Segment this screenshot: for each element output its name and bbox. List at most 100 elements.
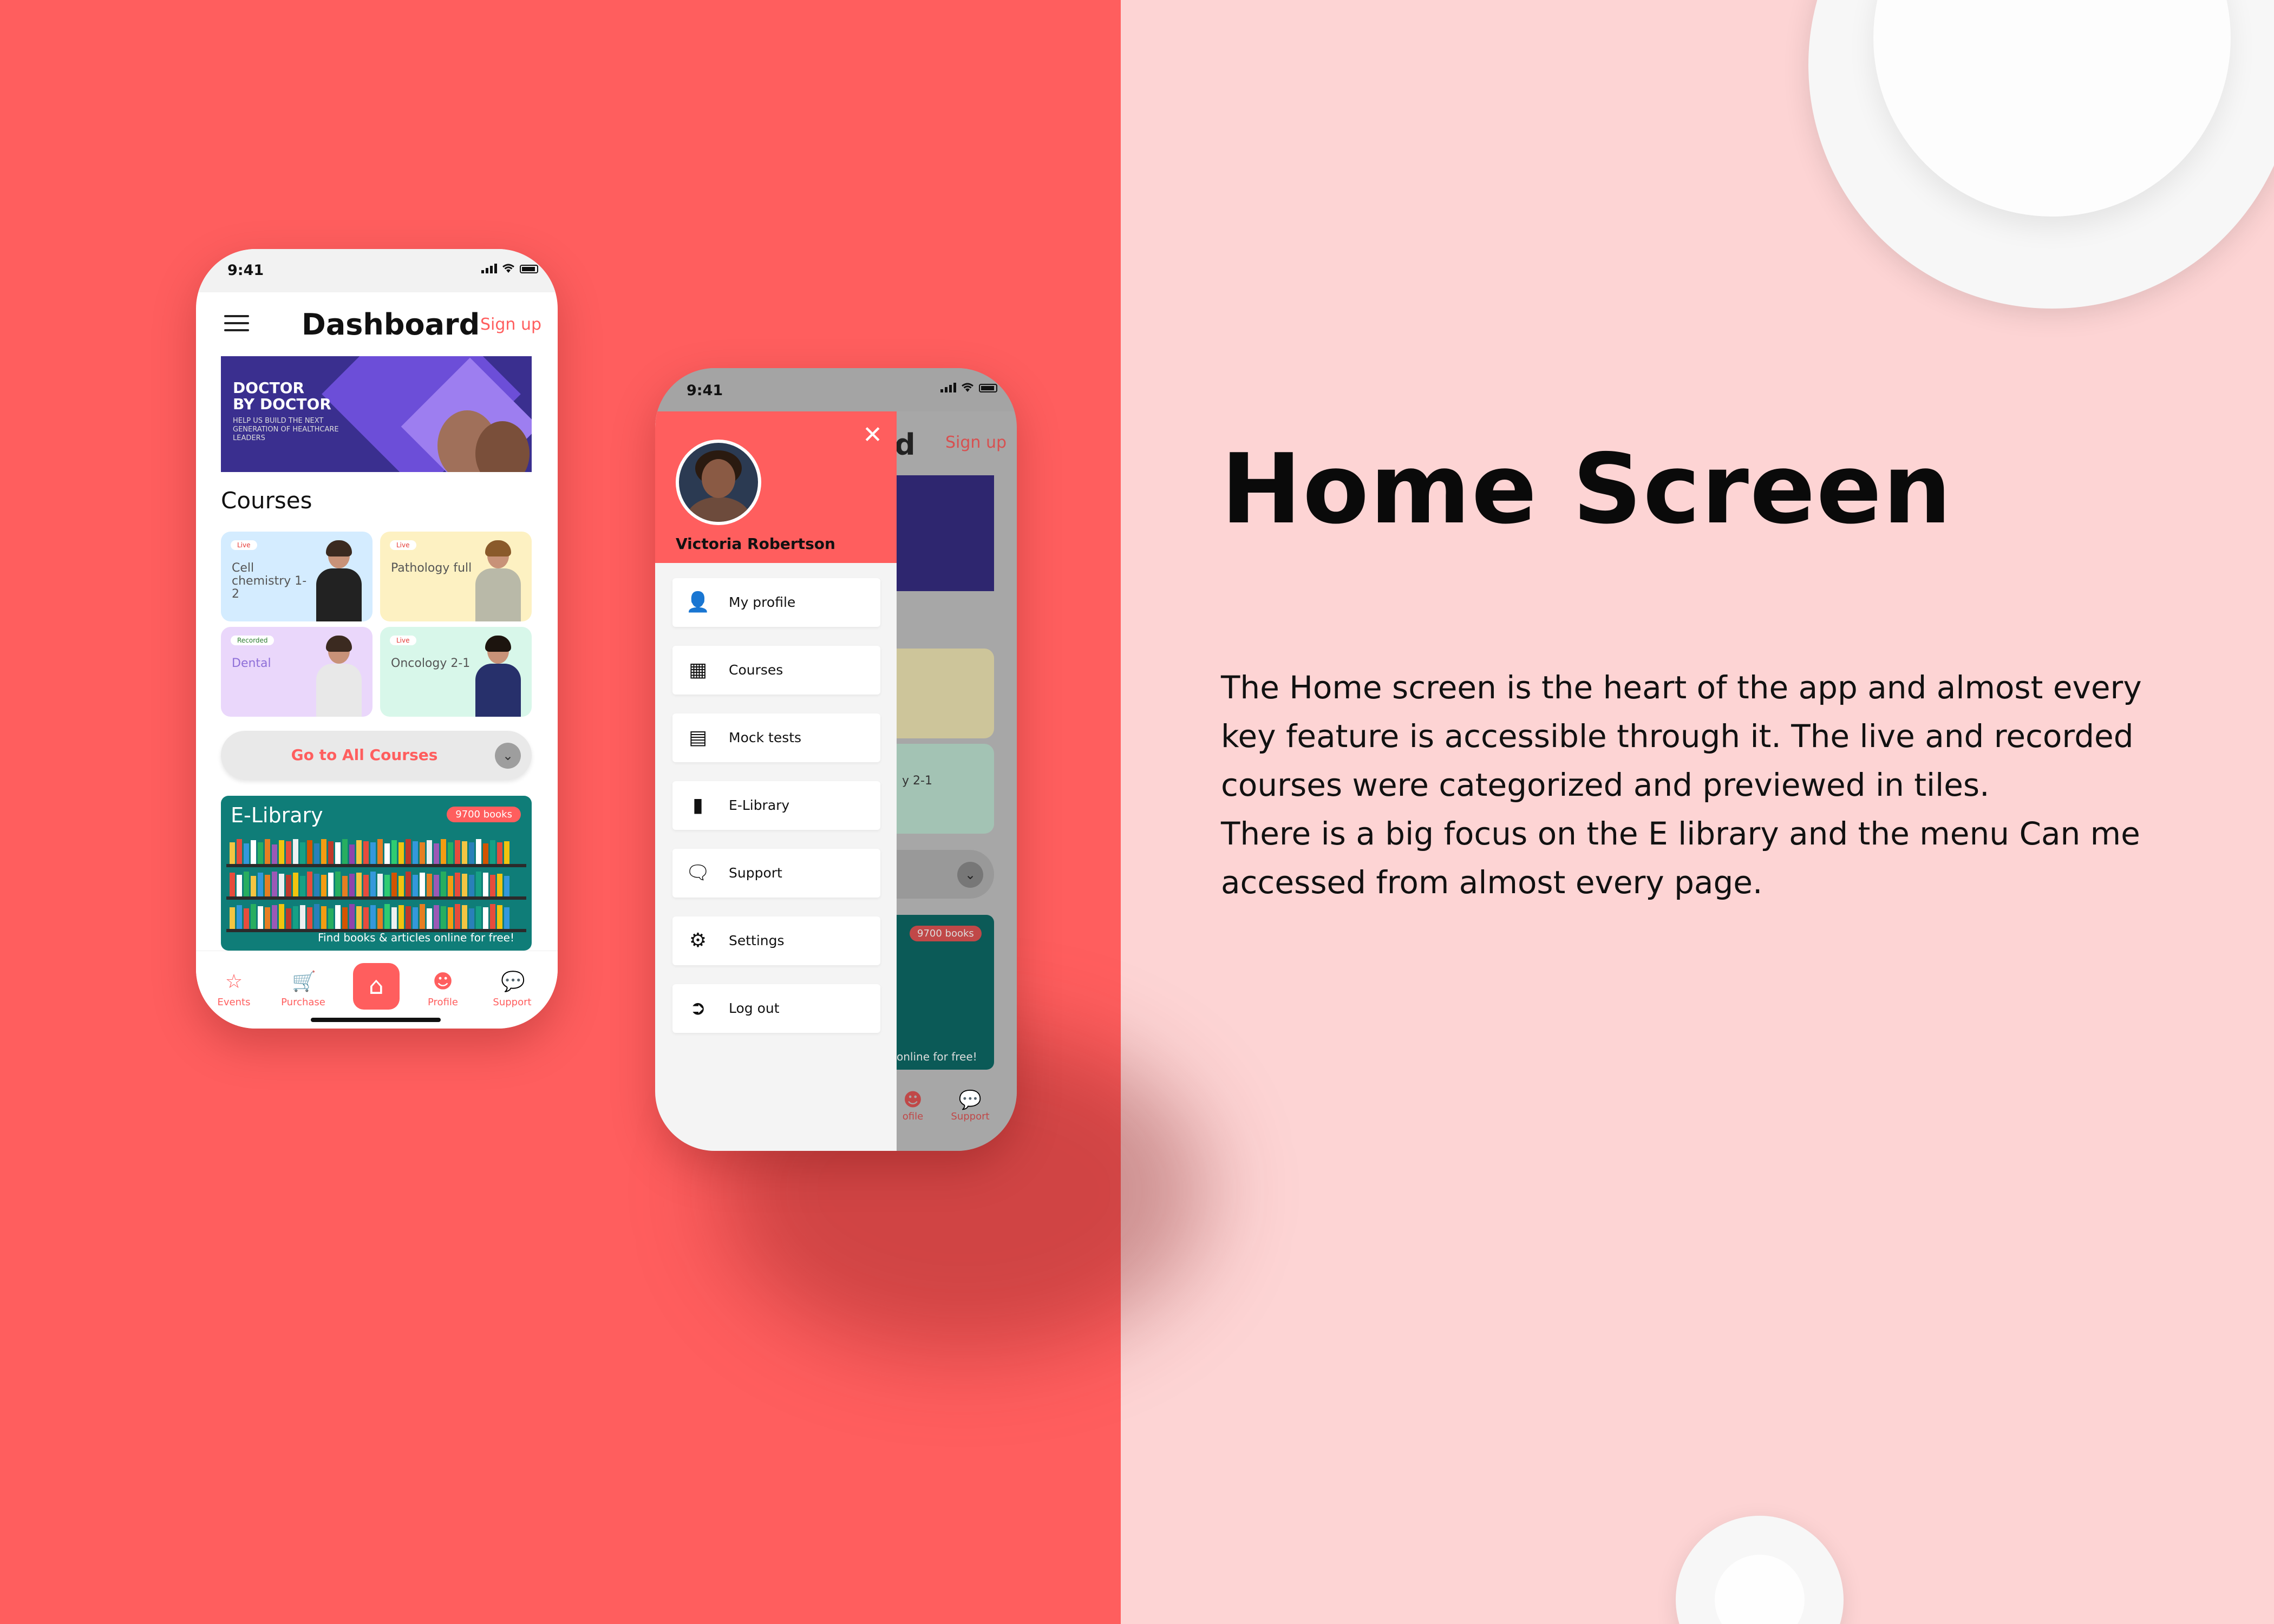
tab-profile[interactable]: ☻ Profile bbox=[416, 971, 470, 1008]
chat-bubble-icon: 💬 bbox=[958, 1089, 982, 1111]
courses-icon: ▦ bbox=[688, 659, 707, 681]
description-paragraph-1: The Home screen is the heart of the app … bbox=[1221, 669, 2142, 803]
menu-item-label: My profile bbox=[729, 594, 796, 610]
dimmed-tab-bar: ☻ ofile 💬 Support bbox=[897, 1070, 1017, 1151]
dimmed-elibrary-card: 9700 books online for free! bbox=[897, 915, 994, 1070]
home-indicator bbox=[311, 1018, 441, 1022]
home-icon: ⌂ bbox=[369, 972, 384, 1000]
menu-icon[interactable] bbox=[224, 315, 249, 331]
tab-label: Events bbox=[217, 997, 251, 1008]
status-icons bbox=[940, 383, 997, 392]
instructor-photo bbox=[472, 636, 524, 717]
tab-events[interactable]: ☆ Events bbox=[207, 971, 261, 1008]
course-tile[interactable]: Live Cell chemistry 1-2 bbox=[221, 532, 373, 621]
side-drawer: ✕ Victoria Robertson 👤 My profile ▦ Cour… bbox=[655, 411, 897, 1151]
star-icon: ☆ bbox=[225, 971, 243, 993]
course-tile[interactable]: Live Oncology 2-1 bbox=[380, 627, 532, 717]
tab-label: Support bbox=[493, 997, 532, 1008]
status-time: 9:41 bbox=[227, 262, 264, 279]
person-icon: 👤 bbox=[685, 591, 710, 613]
menu-item-elibrary[interactable]: ▮ E-Library bbox=[672, 781, 880, 830]
dimmed-signup-link: Sign up bbox=[945, 433, 1007, 452]
signal-icon bbox=[481, 264, 497, 273]
status-bar: 9:41 bbox=[655, 368, 1017, 411]
page-title: Dashboard bbox=[302, 307, 480, 342]
description-paragraph-2: There is a big focus on the E library an… bbox=[1221, 815, 2140, 901]
menu-item-settings[interactable]: ⚙ Settings bbox=[672, 916, 880, 965]
dimmed-tab-profile: ☻ ofile bbox=[891, 1089, 935, 1122]
tab-home[interactable]: ⌂ bbox=[353, 963, 400, 1010]
dimmed-course-label: y 2-1 bbox=[902, 774, 932, 788]
menu-item-label: Support bbox=[729, 865, 782, 881]
dimmed-banner bbox=[897, 475, 994, 591]
cart-icon: 🛒 bbox=[292, 971, 316, 993]
course-label: Oncology 2-1 bbox=[391, 657, 471, 670]
bookshelf-row bbox=[226, 904, 526, 932]
menu-item-mock-tests[interactable]: ▤ Mock tests bbox=[672, 713, 880, 762]
signup-link[interactable]: Sign up bbox=[480, 315, 541, 334]
dimmed-books-badge: 9700 books bbox=[910, 926, 982, 941]
dashboard-header: Dashboard Sign up bbox=[196, 292, 558, 352]
phone-side-menu: 9:41 d Sign up y 2-1 ⌄ 9700 books online… bbox=[655, 368, 1017, 1151]
wifi-icon bbox=[502, 264, 514, 273]
menu-item-label: Log out bbox=[729, 1000, 780, 1016]
person-icon: ☻ bbox=[903, 1089, 923, 1111]
menu-item-label: Mock tests bbox=[729, 730, 802, 745]
tab-support[interactable]: 💬 Support bbox=[485, 971, 539, 1008]
battery-icon bbox=[520, 265, 538, 273]
dimmed-course-tile bbox=[897, 649, 994, 738]
menu-item-label: Courses bbox=[729, 662, 783, 678]
course-tile[interactable]: Live Pathology full bbox=[380, 532, 532, 621]
bookshelf-row bbox=[226, 872, 526, 900]
course-tile[interactable]: Recorded Dental bbox=[221, 627, 373, 717]
course-label: Dental bbox=[232, 657, 271, 670]
user-name: Victoria Robertson bbox=[676, 535, 835, 553]
wifi-icon bbox=[962, 383, 973, 392]
go-to-all-courses-button[interactable]: Go to All Courses ⌄ bbox=[221, 731, 532, 780]
dimmed-elibrary-caption: online for free! bbox=[897, 1050, 977, 1063]
live-badge: Live bbox=[390, 540, 416, 550]
live-badge: Live bbox=[231, 540, 257, 550]
menu-item-my-profile[interactable]: 👤 My profile bbox=[672, 578, 880, 627]
menu-item-courses[interactable]: ▦ Courses bbox=[672, 646, 880, 695]
dimmed-go-all-button: ⌄ bbox=[897, 850, 994, 899]
elibrary-title: E-Library bbox=[231, 803, 323, 827]
chat-bubble-icon: 🗨 bbox=[685, 862, 710, 884]
banner-headline: DOCTOR BY DOCTOR bbox=[233, 379, 331, 413]
bottom-tab-bar: ☆ Events 🛒 Purchase ⌂ ☻ Profile 💬 Suppor… bbox=[196, 951, 558, 1029]
close-icon[interactable]: ✕ bbox=[862, 423, 883, 447]
tab-purchase[interactable]: 🛒 Purchase bbox=[276, 971, 330, 1008]
status-bar: 9:41 bbox=[196, 249, 558, 292]
courses-section-title: Courses bbox=[221, 487, 312, 514]
status-time: 9:41 bbox=[687, 382, 723, 399]
book-icon: ▮ bbox=[692, 794, 703, 816]
page-heading: Home Screen bbox=[1221, 433, 1953, 545]
phone-dashboard: 9:41 Dashboard Sign up DOCTOR BY DOCTOR … bbox=[196, 249, 558, 1029]
recorded-badge: Recorded bbox=[231, 636, 275, 645]
avatar[interactable] bbox=[676, 440, 761, 525]
books-count-badge: 9700 books bbox=[447, 807, 521, 822]
menu-item-label: Settings bbox=[729, 933, 785, 948]
signal-icon bbox=[940, 383, 956, 392]
gear-icon: ⚙ bbox=[689, 929, 707, 952]
banner-tagline: HELP US BUILD THE NEXT GENERATION OF HEA… bbox=[233, 417, 339, 442]
chat-bubble-icon: 💬 bbox=[501, 971, 525, 993]
drawer-header: ✕ Victoria Robertson bbox=[655, 411, 897, 563]
menu-item-log-out[interactable]: ➲ Log out bbox=[672, 984, 880, 1033]
dimmed-page-title: d bbox=[894, 428, 916, 462]
calendar-icon: ▤ bbox=[688, 726, 707, 749]
battery-icon bbox=[979, 384, 997, 392]
logout-icon: ➲ bbox=[689, 997, 707, 1019]
status-icons bbox=[481, 264, 538, 273]
person-icon: ☻ bbox=[433, 971, 453, 993]
elibrary-card[interactable]: E-Library 9700 books Find books & articl… bbox=[221, 796, 532, 951]
promo-banner[interactable]: DOCTOR BY DOCTOR HELP US BUILD THE NEXT … bbox=[221, 356, 532, 472]
chevron-down-icon: ⌄ bbox=[957, 862, 983, 888]
dimmed-tab-support: 💬 Support bbox=[949, 1089, 992, 1122]
menu-item-support[interactable]: 🗨 Support bbox=[672, 849, 880, 898]
bookshelf-row bbox=[226, 839, 526, 867]
chevron-down-icon: ⌄ bbox=[495, 743, 521, 769]
instructor-photo bbox=[313, 636, 365, 717]
menu-item-label: E-Library bbox=[729, 797, 790, 813]
dimmed-course-tile: y 2-1 bbox=[897, 744, 994, 834]
